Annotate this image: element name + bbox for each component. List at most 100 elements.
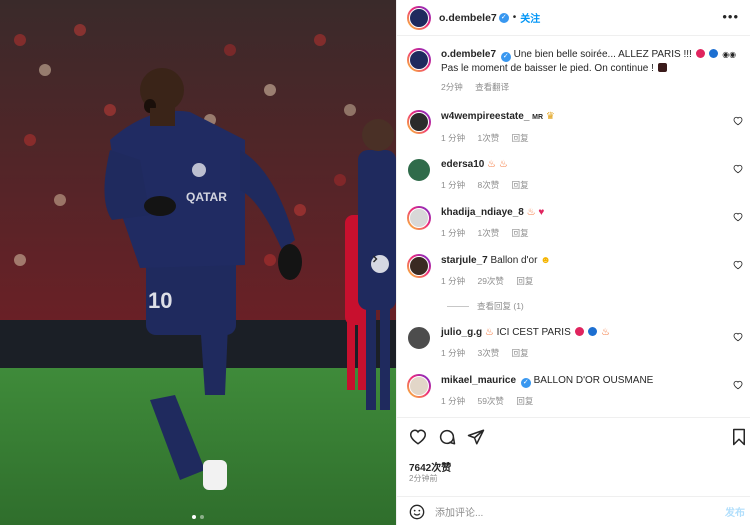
fire-emoji-icon: ♨ bbox=[484, 327, 494, 338]
reply-button[interactable]: 回复 bbox=[512, 348, 529, 358]
svg-text:10: 10 bbox=[148, 288, 172, 313]
author-avatar[interactable] bbox=[407, 5, 431, 30]
emoji-smile-icon[interactable] bbox=[409, 504, 425, 520]
fire-emoji-icon: ♨ bbox=[601, 327, 611, 338]
view-replies-label: 查看回复 (1) bbox=[477, 301, 524, 311]
post-image[interactable]: QATAR 10 bbox=[0, 0, 396, 525]
red-circle-emoji-icon bbox=[695, 49, 705, 58]
heart-icon[interactable] bbox=[733, 260, 743, 270]
comment-item: khadija_ndiaye_8 ♨ ♥ 1 分钟 1次赞 回复 bbox=[407, 206, 743, 240]
comment-likes[interactable]: 59次赞 bbox=[477, 396, 503, 406]
heart-icon[interactable] bbox=[733, 380, 743, 390]
carousel-indicator bbox=[0, 515, 396, 519]
comment-input[interactable]: 添加评论... bbox=[435, 504, 725, 519]
verified-icon: ✓ bbox=[520, 378, 531, 388]
verified-icon: ✓ bbox=[500, 52, 511, 62]
comment-time: 1 分钟 bbox=[441, 228, 466, 238]
heart-icon[interactable] bbox=[733, 164, 743, 174]
comment-time: 1 分钟 bbox=[441, 180, 466, 190]
chevron-right-icon bbox=[373, 255, 378, 263]
heart-eyes-emoji-icon: ☻ bbox=[540, 255, 551, 266]
caption-text-line2: Pas le moment de baisser le pied. On con… bbox=[441, 63, 654, 74]
comment-item: mikael_maurice ✓ BALLON D'OR OUSMANE 1 分… bbox=[407, 374, 743, 408]
comment-text: BALLON D'OR OUSMANE bbox=[533, 375, 654, 386]
comment-time: 1 分钟 bbox=[441, 396, 466, 406]
eyes-emoji-icon: ◉◉ bbox=[722, 50, 737, 59]
carousel-dot bbox=[200, 515, 204, 519]
fire-emoji-icon: ♨ bbox=[526, 207, 536, 218]
post-side-panel: o.dembele7 ✓ • 关注 ••• o.dembele7 ✓ Une b… bbox=[396, 0, 750, 525]
comment-item: edersa10 ♨ ♨ 1 分钟 8次赞 回复 bbox=[407, 158, 743, 192]
divider-line bbox=[447, 305, 469, 307]
author-username[interactable]: o.dembele7 bbox=[439, 12, 497, 24]
reply-button[interactable]: 回复 bbox=[512, 180, 529, 190]
see-translation-button[interactable]: 查看翻译 bbox=[475, 82, 509, 92]
comment-item: w4wempireestate_ MR ♛ 1 分钟 1次赞 回复 bbox=[407, 110, 743, 145]
caption-username[interactable]: o.dembele7 bbox=[441, 49, 496, 60]
blue-circle-emoji-icon bbox=[588, 327, 598, 336]
follow-button[interactable]: 关注 bbox=[520, 10, 540, 25]
fire-emoji-icon: ♨ bbox=[498, 159, 508, 170]
comment-avatar[interactable] bbox=[407, 158, 431, 182]
player-photo: QATAR 10 bbox=[0, 0, 396, 525]
caption-avatar[interactable] bbox=[407, 48, 431, 72]
comment-bubble-icon[interactable] bbox=[438, 428, 456, 446]
comment-likes[interactable]: 8次赞 bbox=[477, 180, 499, 190]
heart-icon[interactable] bbox=[733, 212, 743, 222]
comment-time: 1 分钟 bbox=[441, 276, 466, 286]
verified-icon: ✓ bbox=[498, 12, 509, 23]
comment-likes[interactable]: 3次赞 bbox=[477, 348, 499, 358]
post-caption: o.dembele7 ✓ Une bien belle soirée... AL… bbox=[407, 48, 743, 94]
fire-emoji-icon: ♨ bbox=[487, 159, 497, 170]
caption-text-line1: Une bien belle soirée... ALLEZ PARIS !!! bbox=[513, 49, 692, 60]
muscle-emoji-icon bbox=[657, 63, 667, 72]
comment-username[interactable]: khadija_ndiaye_8 bbox=[441, 207, 524, 218]
comment-username[interactable]: mikael_maurice bbox=[441, 375, 516, 386]
comment-avatar[interactable] bbox=[407, 326, 431, 350]
comment-item: julio_g.g ♨ ICI CEST PARIS ♨ 1 分钟 3次赞 回复 bbox=[407, 326, 743, 360]
comment-likes[interactable]: 1次赞 bbox=[477, 133, 499, 143]
comment-text: ICI CEST PARIS bbox=[496, 327, 571, 338]
separator-dot: • bbox=[512, 12, 517, 23]
comment-avatar[interactable] bbox=[407, 206, 431, 230]
comment-time: 1 分钟 bbox=[441, 348, 466, 358]
reply-button[interactable]: 回复 bbox=[516, 276, 533, 286]
blue-circle-emoji-icon bbox=[709, 49, 719, 58]
carousel-dot-active bbox=[192, 515, 196, 519]
comment-username[interactable]: w4wempireestate_ bbox=[441, 111, 529, 122]
comment-item: starjule_7 Ballon d'or ☻ 1 分钟 29次赞 回复 bbox=[407, 254, 743, 288]
comment-text: Ballon d'or bbox=[490, 255, 538, 266]
reply-button[interactable]: 回复 bbox=[512, 133, 529, 143]
carousel-next-button[interactable] bbox=[371, 255, 389, 273]
post-actions: 7642次赞 2分钟前 添加评论... 发布 bbox=[397, 417, 750, 525]
like-count[interactable]: 7642次赞 bbox=[409, 459, 451, 474]
comment-likes[interactable]: 1次赞 bbox=[477, 228, 499, 238]
reply-button[interactable]: 回复 bbox=[512, 228, 529, 238]
comment-time: 1 分钟 bbox=[441, 133, 466, 143]
comment-username[interactable]: starjule_7 bbox=[441, 255, 488, 266]
comment-avatar[interactable] bbox=[407, 374, 431, 398]
svg-text:QATAR: QATAR bbox=[186, 190, 227, 204]
caption-time: 2分钟 bbox=[441, 82, 463, 92]
like-heart-icon[interactable] bbox=[409, 428, 427, 446]
red-circle-emoji-icon bbox=[574, 327, 584, 336]
heart-icon[interactable] bbox=[733, 116, 743, 126]
comment-avatar[interactable] bbox=[407, 110, 431, 134]
comment-likes[interactable]: 29次赞 bbox=[477, 276, 503, 286]
post-comment-button[interactable]: 发布 bbox=[725, 504, 745, 519]
crown-emoji-icon: ♛ bbox=[545, 111, 555, 122]
bookmark-save-icon[interactable] bbox=[731, 428, 747, 446]
post-header: o.dembele7 ✓ • 关注 ••• bbox=[397, 0, 750, 36]
add-comment-bar: 添加评论... 发布 bbox=[397, 496, 750, 525]
view-replies-button[interactable]: 查看回复 (1) bbox=[447, 300, 524, 312]
heart-icon[interactable] bbox=[733, 332, 743, 342]
share-send-icon[interactable] bbox=[467, 428, 485, 446]
comment-avatar[interactable] bbox=[407, 254, 431, 278]
comment-username[interactable]: julio_g.g bbox=[441, 327, 482, 338]
comment-username[interactable]: edersa10 bbox=[441, 159, 484, 170]
post-timestamp: 2分钟前 bbox=[409, 474, 438, 483]
reply-button[interactable]: 回复 bbox=[516, 396, 533, 406]
comment-badge: MR bbox=[532, 114, 544, 121]
red-heart-emoji-icon: ♥ bbox=[538, 207, 545, 218]
more-horizontal-icon[interactable]: ••• bbox=[722, 10, 739, 23]
